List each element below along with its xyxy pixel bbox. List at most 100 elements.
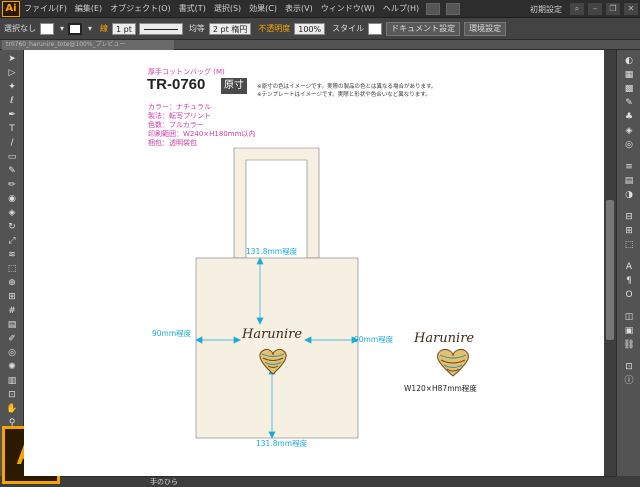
color-guide-icon[interactable]: ▦	[621, 70, 637, 81]
type-tool-icon[interactable]: T	[5, 124, 19, 135]
color-panel-icon[interactable]: ◐	[621, 56, 637, 67]
transform-icon[interactable]: ⬚	[621, 240, 637, 251]
tools-panel: ➤ ▷ ✦ ℓ ✒ T / ▭ ✎ ✏ ◉ ◈ ↻ ⤢ ≋ ⬚ ⊕ ⊞ # ▤ …	[0, 50, 24, 476]
scroll-thumb[interactable]	[606, 200, 614, 340]
mesh-tool-icon[interactable]: #	[5, 306, 19, 317]
character-icon[interactable]: A	[621, 262, 637, 273]
menu-type[interactable]: 書式(T)	[175, 3, 210, 14]
opacity-field[interactable]: 100%	[294, 22, 326, 35]
close-icon[interactable]: ✕	[624, 3, 638, 15]
gradient-panel-icon[interactable]: ▤	[621, 176, 637, 187]
direct-selection-tool-icon[interactable]: ▷	[5, 68, 19, 79]
menu-view[interactable]: 表示(V)	[281, 3, 317, 14]
shape-builder-icon[interactable]: ⊕	[5, 278, 19, 289]
pencil-icon[interactable]: ✏	[5, 180, 19, 191]
gradient-tool-icon[interactable]: ▤	[5, 320, 19, 331]
status-bar: 手のひら	[60, 476, 616, 486]
appearance-icon[interactable]: ◎	[621, 140, 637, 151]
bag-body	[195, 257, 359, 439]
rectangle-tool-icon[interactable]: ▭	[5, 152, 19, 163]
layers-icon[interactable]: ◫	[621, 312, 637, 323]
transparency-icon[interactable]: ◑	[621, 190, 637, 201]
arrange-documents-icon[interactable]	[446, 2, 461, 15]
stroke-dropdown-icon[interactable]: ▾	[88, 24, 92, 33]
swatches-icon[interactable]: ▩	[621, 84, 637, 95]
menu-effect[interactable]: 効果(C)	[245, 3, 281, 14]
align-icon[interactable]: ⊟	[621, 212, 637, 223]
menu-file[interactable]: ファイル(F)	[20, 3, 71, 14]
document-setup-button[interactable]: ドキュメント設定	[386, 21, 461, 36]
eraser-icon[interactable]: ◈	[5, 208, 19, 219]
workspace-switcher[interactable]: 初期設定	[530, 4, 562, 15]
artboard-tool-icon[interactable]: ⊡	[5, 390, 19, 401]
selection-tool-icon[interactable]: ➤	[5, 54, 19, 65]
pen-tool-icon[interactable]: ✒	[5, 110, 19, 121]
paragraph-icon[interactable]: ¶	[621, 276, 637, 287]
graph-tool-icon[interactable]: ▥	[5, 376, 19, 387]
dim-left-label: 90mm程度	[152, 329, 192, 338]
brush-dropdown[interactable]: 2 pt 楕円	[208, 22, 252, 35]
info-icon[interactable]: ⓘ	[621, 376, 637, 387]
blend-tool-icon[interactable]: ◎	[5, 348, 19, 359]
search-icon[interactable]: ⌕	[570, 3, 584, 15]
bridge-icon[interactable]	[426, 2, 441, 15]
links-icon[interactable]: ⛓	[621, 340, 637, 351]
menu-select[interactable]: 選択(S)	[210, 3, 245, 14]
sample-size-label: W120×H87mm程度	[404, 384, 477, 393]
free-transform-icon[interactable]: ⬚	[5, 264, 19, 275]
tote-bag-drawing	[195, 147, 469, 439]
dim-right-label: 90mm程度	[354, 335, 394, 344]
bag-handle	[233, 147, 320, 259]
stroke-style-label[interactable]: 均等	[189, 23, 205, 34]
fill-swatch[interactable]	[40, 22, 54, 35]
stroke-weight-field[interactable]: 1 pt	[112, 22, 136, 35]
lasso-icon[interactable]: ℓ	[5, 96, 19, 107]
selection-status: 選択なし	[4, 24, 36, 33]
symbols-icon[interactable]: ♣	[621, 112, 637, 123]
sample-logo-text: Harunire	[414, 331, 475, 346]
rotate-tool-icon[interactable]: ↻	[5, 222, 19, 233]
document-tab-bar: tr0760_harunire_tote@100%_プレビュー	[0, 40, 640, 50]
style-swatch[interactable]	[368, 22, 383, 35]
hand-tool-icon[interactable]: ✋	[5, 404, 19, 415]
menu-edit[interactable]: 編集(E)	[71, 3, 106, 14]
restore-icon[interactable]: ❐	[606, 3, 620, 15]
navigator-icon[interactable]: ⊡	[621, 362, 637, 373]
menu-object[interactable]: オブジェクト(O)	[106, 3, 175, 14]
pathfinder-icon[interactable]: ⊞	[621, 226, 637, 237]
stroke-panel-icon[interactable]: ≡	[621, 162, 637, 173]
panel-dock: ◐ ▦ ▩ ✎ ♣ ◈ ◎ ≡ ▤ ◑ ⊟ ⊞ ⬚ A ¶ O ◫ ▣ ⛓ ⊡ …	[616, 50, 640, 476]
control-bar: 選択なし ▾ ▾ 線 1 pt 均等 2 pt 楕円 不透明度 100% スタイ…	[0, 18, 640, 40]
stroke-profile-dropdown[interactable]	[138, 22, 183, 35]
magic-wand-icon[interactable]: ✦	[5, 82, 19, 93]
sample-heart-logo	[437, 349, 469, 377]
fill-dropdown-icon[interactable]: ▾	[60, 24, 64, 33]
menu-bar: Ai ファイル(F) 編集(E) オブジェクト(O) 書式(T) 選択(S) 効…	[0, 0, 640, 18]
line-tool-icon[interactable]: /	[5, 138, 19, 149]
minimize-icon[interactable]: –	[588, 3, 602, 15]
menu-help[interactable]: ヘルプ(H)	[379, 3, 423, 14]
perspective-grid-icon[interactable]: ⊞	[5, 292, 19, 303]
stroke-swatch[interactable]	[68, 22, 83, 35]
document-tab[interactable]: tr0760_harunire_tote@100%_プレビュー	[2, 40, 174, 50]
graphic-styles-icon[interactable]: ◈	[621, 126, 637, 137]
opacity-label[interactable]: 不透明度	[258, 23, 290, 34]
style-label: スタイル	[332, 24, 365, 33]
preferences-button[interactable]: 環境設定	[464, 21, 507, 36]
dim-bottom-label: 131.8mm程度	[256, 439, 308, 448]
paintbrush-icon[interactable]: ✎	[5, 166, 19, 177]
harunire-logo-text: Harunire	[242, 327, 303, 342]
artboard-canvas[interactable]: 厚手コットンバッグ (M) TR-0760 原寸 ※原寸の色はイメージです。実際…	[24, 50, 604, 476]
symbol-sprayer-icon[interactable]: ✺	[5, 362, 19, 373]
width-tool-icon[interactable]: ≋	[5, 250, 19, 261]
opentype-icon[interactable]: O	[621, 290, 637, 301]
menu-window[interactable]: ウィンドウ(W)	[317, 3, 379, 14]
eyedropper-icon[interactable]: ✐	[5, 334, 19, 345]
vertical-scrollbar[interactable]	[604, 50, 616, 476]
brushes-icon[interactable]: ✎	[621, 98, 637, 109]
scale-tool-icon[interactable]: ⤢	[5, 236, 19, 247]
app-logo: Ai	[2, 0, 20, 17]
blob-brush-icon[interactable]: ◉	[5, 194, 19, 205]
stroke-label[interactable]: 線	[100, 23, 108, 34]
artboards-icon[interactable]: ▣	[621, 326, 637, 337]
